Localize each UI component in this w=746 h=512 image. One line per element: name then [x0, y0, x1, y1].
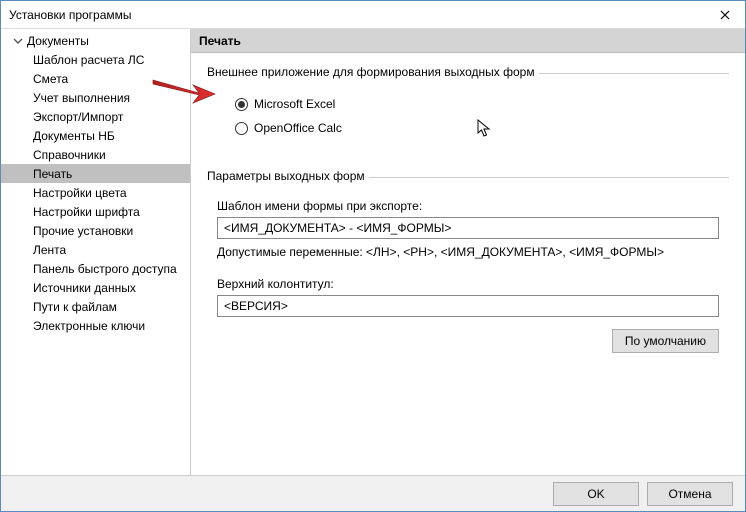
group-external-app: Внешнее приложение для формирования выхо… [207, 65, 729, 155]
sidebar-item-11[interactable]: Панель быстрого доступа [1, 259, 190, 278]
sidebar-item-label: Экспорт/Импорт [33, 110, 123, 124]
sidebar-item-label: Настройки цвета [33, 186, 127, 200]
radio-label: Microsoft Excel [254, 97, 335, 111]
sidebar-item-label: Лента [33, 243, 66, 257]
sidebar-item-label: Источники данных [33, 281, 136, 295]
group-output-params-label: Параметры выходных форм [207, 169, 369, 183]
sidebar-item-label: Документы НБ [33, 129, 115, 143]
radio-openoffice-calc[interactable]: OpenOffice Calc [235, 121, 719, 135]
sidebar-item-10[interactable]: Лента [1, 240, 190, 259]
ok-button[interactable]: OK [553, 482, 639, 506]
radio-label: OpenOffice Calc [254, 121, 342, 135]
sidebar-item-5[interactable]: Справочники [1, 145, 190, 164]
sidebar-item-12[interactable]: Источники данных [1, 278, 190, 297]
tree-root-label: Документы [27, 34, 89, 48]
dialog-footer: OK Отмена [1, 475, 745, 511]
sidebar-item-9[interactable]: Прочие установки [1, 221, 190, 240]
close-icon [720, 10, 730, 20]
sidebar-item-label: Справочники [33, 148, 106, 162]
tree-root-documents[interactable]: Документы [1, 31, 190, 50]
content-panel: Печать Внешнее приложение для формирован… [191, 29, 745, 475]
sidebar-item-2[interactable]: Учет выполнения [1, 88, 190, 107]
allowed-vars-hint: Допустимые переменные: <ЛН>, <PH>, <ИМЯ_… [217, 245, 719, 259]
sidebar-item-label: Шаблон расчета ЛС [33, 53, 144, 67]
sidebar-item-label: Учет выполнения [33, 91, 130, 105]
sidebar-item-label: Настройки шрифта [33, 205, 140, 219]
sidebar-item-label: Печать [33, 167, 72, 181]
sidebar-item-label: Электронные ключи [33, 319, 145, 333]
sidebar-item-4[interactable]: Документы НБ [1, 126, 190, 145]
titlebar: Установки программы [1, 1, 745, 29]
radio-microsoft-excel[interactable]: Microsoft Excel [235, 97, 719, 111]
chevron-down-icon [13, 36, 23, 46]
sidebar-item-7[interactable]: Настройки цвета [1, 183, 190, 202]
sidebar: Документы Шаблон расчета ЛС Смета Учет вып… [1, 29, 191, 475]
radio-icon [235, 122, 248, 135]
group-output-params: Параметры выходных форм Шаблон имени фор… [207, 169, 729, 363]
top-header-input[interactable] [217, 295, 719, 317]
sidebar-item-8[interactable]: Настройки шрифта [1, 202, 190, 221]
content-header: Печать [191, 29, 745, 53]
template-name-label: Шаблон имени формы при экспорте: [217, 199, 719, 213]
cancel-button[interactable]: Отмена [647, 482, 733, 506]
top-header-label: Верхний колонтитул: [217, 277, 719, 291]
sidebar-item-label: Пути к файлам [33, 300, 117, 314]
sidebar-item-3[interactable]: Экспорт/Импорт [1, 107, 190, 126]
sidebar-item-14[interactable]: Электронные ключи [1, 316, 190, 335]
default-button[interactable]: По умолчанию [612, 329, 719, 353]
sidebar-item-13[interactable]: Пути к файлам [1, 297, 190, 316]
radio-icon [235, 98, 248, 111]
sidebar-item-0[interactable]: Шаблон расчета ЛС [1, 50, 190, 69]
sidebar-item-6[interactable]: Печать [1, 164, 190, 183]
group-external-app-label: Внешнее приложение для формирования выхо… [207, 65, 539, 79]
close-button[interactable] [705, 1, 745, 29]
sidebar-item-label: Прочие установки [33, 224, 133, 238]
window-title: Установки программы [9, 8, 132, 22]
sidebar-item-label: Панель быстрого доступа [33, 262, 177, 276]
sidebar-item-label: Смета [33, 72, 68, 86]
sidebar-item-1[interactable]: Смета [1, 69, 190, 88]
template-name-input[interactable] [217, 217, 719, 239]
